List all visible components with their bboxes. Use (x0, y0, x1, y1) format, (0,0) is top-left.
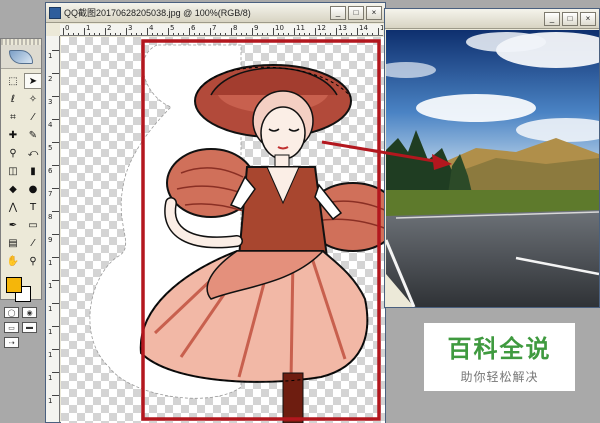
arrowhead-icon (432, 154, 452, 170)
watermark-subtitle: 助你轻松解决 (460, 370, 539, 384)
watermark-logo: 百科全说 助你轻松解决 (424, 323, 575, 391)
photoshop-workspace: ⬚ ➤ ℓ ✧ ⌗ ⁄ ✚ ✎ ⚲ ⤺ ◫ ▮ ◆ ● ⋀ T ✒ ▭ ▤ ⁄ ✋ ⚲ ◯ ◉ ▭ ▬ ⇢ QQ截图201… (0, 0, 600, 423)
foreground-color-swatch[interactable] (6, 277, 22, 293)
watermark-title: 百科全说 (447, 335, 552, 363)
